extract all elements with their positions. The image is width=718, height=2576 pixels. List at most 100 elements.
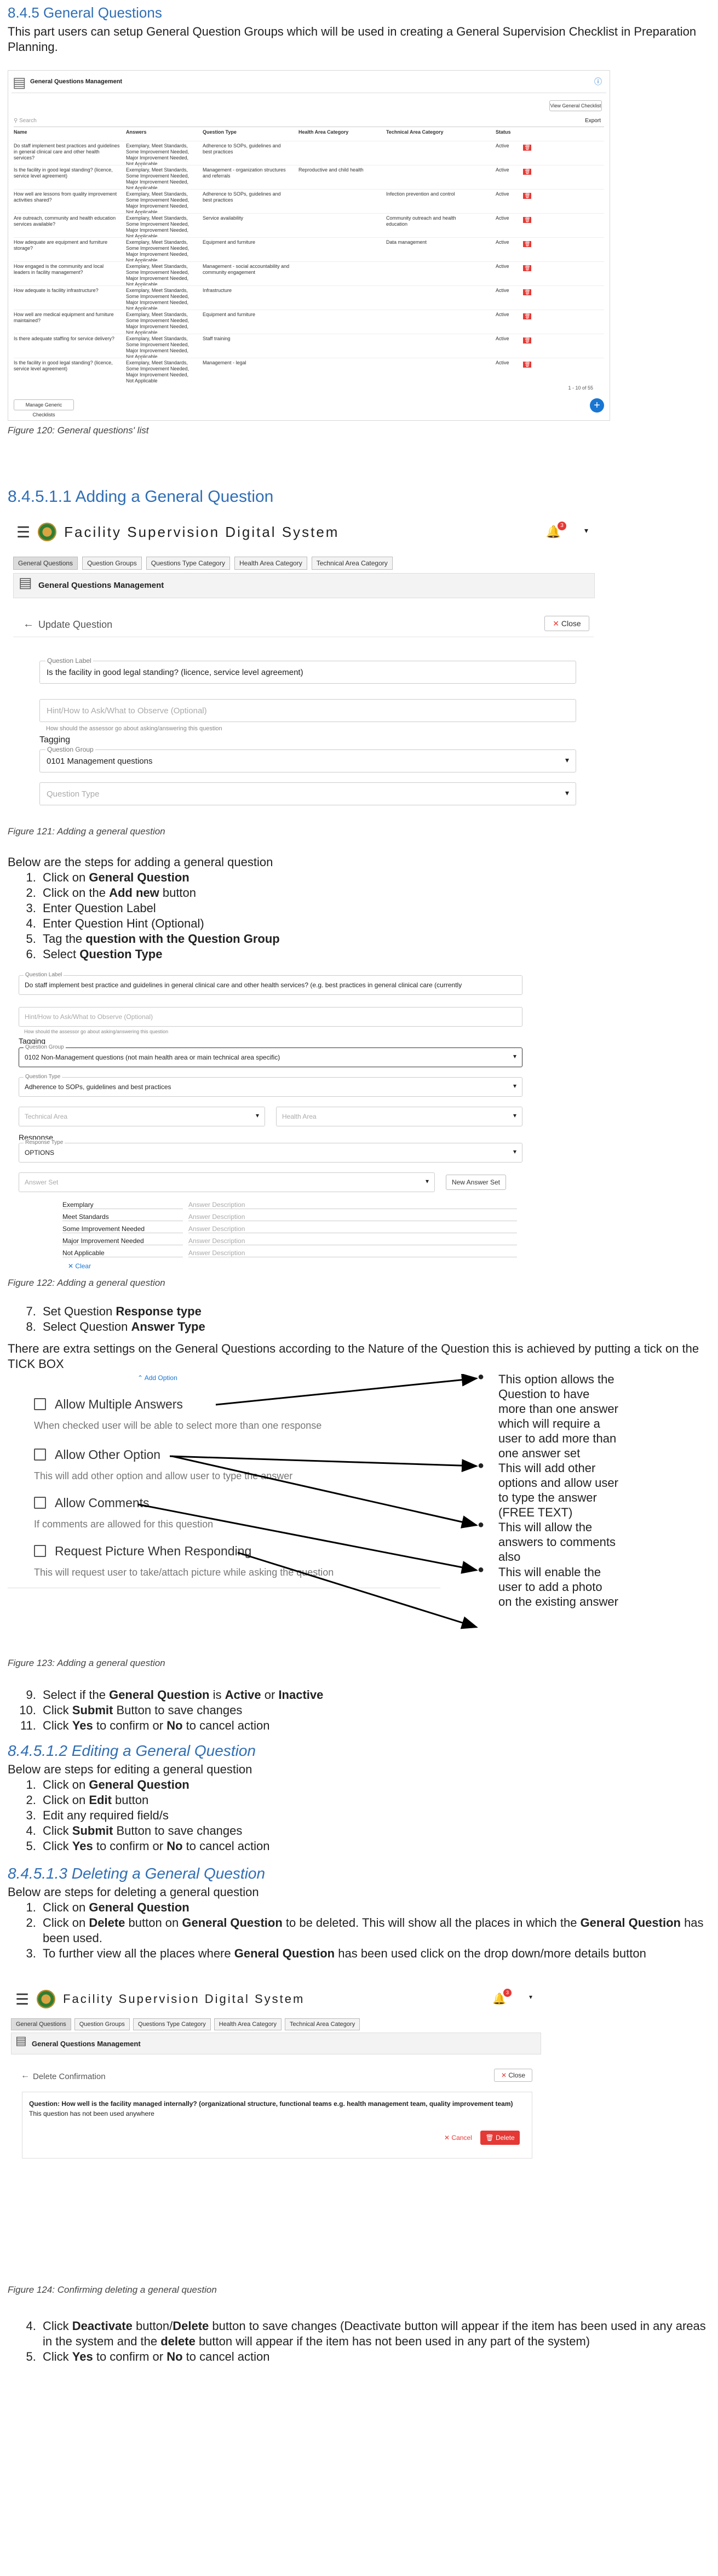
- tab-health-area-category[interactable]: Health Area Category: [234, 557, 307, 570]
- question-label-input[interactable]: Question Label Is the facility in good l…: [39, 657, 576, 684]
- table-header: Name Answers Question Type Health Area C…: [14, 129, 511, 135]
- tab-technical-area-category[interactable]: Technical Area Category: [284, 2018, 360, 2030]
- step: Click on the Add new button: [39, 885, 280, 901]
- app-title: Facility Supervision Digital System: [63, 1992, 305, 2006]
- more-icon[interactable]: ⋮: [523, 362, 528, 368]
- section-title-845: 8.4.5 General Questions: [8, 4, 162, 21]
- answer-description-input[interactable]: Answer Description: [188, 1213, 517, 1221]
- fig124-header: General Questions Management: [32, 2040, 141, 2048]
- table-cell: Service availability: [203, 215, 244, 221]
- table-cell: Is there adequate staffing for service d…: [14, 336, 114, 341]
- more-icon[interactable]: ⋮: [523, 193, 528, 199]
- answer-set-select[interactable]: Answer Set ▾: [19, 1172, 435, 1192]
- response-type-select[interactable]: Response Type OPTIONS ▾: [19, 1140, 522, 1163]
- section-title-84512: 8.4.5.1.2 Editing a General Question: [8, 1742, 256, 1759]
- answer-description-input[interactable]: Answer Description: [188, 1237, 517, 1245]
- back-arrow-icon[interactable]: ←: [21, 2071, 30, 2081]
- tab-question-groups[interactable]: Question Groups: [82, 557, 142, 570]
- answer-description-input[interactable]: Answer Description: [188, 1201, 517, 1209]
- fig120-screenshot: ▤ General Questions Management ⓘ View Ge…: [8, 70, 610, 421]
- delete-button[interactable]: 🗑 Delete: [480, 2131, 520, 2145]
- more-icon[interactable]: ⋮: [523, 289, 528, 295]
- table-cell: Active: [496, 143, 509, 148]
- step: Click on Edit button: [39, 1793, 270, 1808]
- cancel-button[interactable]: ✕ Cancel: [444, 2134, 472, 2142]
- step: Click on General Question: [39, 1900, 713, 1915]
- health-area-select[interactable]: Health Area ▾: [276, 1107, 522, 1126]
- question-type-select[interactable]: Question Type ▾: [39, 782, 576, 805]
- new-answer-set-button[interactable]: New Answer Set: [446, 1175, 506, 1190]
- table-cell: Reproductive and child health: [298, 167, 364, 173]
- question-label-input[interactable]: Question Label Do staff implement best p…: [19, 972, 522, 995]
- more-icon[interactable]: ⋮: [523, 241, 528, 247]
- more-icon[interactable]: ⋮: [523, 265, 528, 271]
- table-cell: How adequate is facility infrastructure?: [14, 288, 99, 293]
- tab-health-area-category[interactable]: Health Area Category: [214, 2018, 282, 2030]
- answer-description-input[interactable]: Answer Description: [188, 1225, 517, 1233]
- table-cell: Exemplary, Meet Standards, Some Improvem…: [126, 191, 189, 215]
- close-button[interactable]: ✕ Close: [494, 2069, 532, 2082]
- more-icon[interactable]: ⋮: [523, 337, 528, 344]
- question-type-select[interactable]: Question Type Adherence to SOPs, guideli…: [19, 1074, 522, 1097]
- view-checklist-button[interactable]: View General Checklist: [549, 100, 602, 111]
- chevron-down-icon[interactable]: ▾: [529, 1993, 532, 2001]
- more-icon[interactable]: ⋮: [523, 169, 528, 175]
- chevron-down-icon: ▾: [513, 1112, 516, 1119]
- table-cell: Active: [496, 264, 509, 269]
- table-cell: Exemplary, Meet Standards, Some Improvem…: [126, 360, 189, 383]
- chevron-down-icon: ▾: [255, 1112, 259, 1119]
- clear-button[interactable]: ✕ Clear: [68, 1262, 91, 1270]
- fig121-header: General Questions Management: [38, 581, 164, 590]
- back-arrow-icon[interactable]: ←: [23, 618, 34, 631]
- tab-question-type-category[interactable]: Questions Type Category: [146, 557, 230, 570]
- menu-icon[interactable]: ☰: [15, 1990, 29, 2008]
- tab-question-groups[interactable]: Question Groups: [74, 2018, 130, 2030]
- table-cell: Infection prevention and control: [386, 191, 455, 197]
- tab-general-questions[interactable]: General Questions: [11, 2018, 71, 2030]
- hint-input[interactable]: Hint/How to Ask/What to Observe (Optiona…: [19, 1007, 522, 1027]
- trash-icon: 🗑: [485, 2134, 494, 2142]
- add-steps-list: Click on General Question Click on the A…: [8, 870, 280, 962]
- step: To further view all the places where Gen…: [39, 1946, 713, 1961]
- table-cell: How engaged is the community and local l…: [14, 264, 104, 275]
- answer-description-input[interactable]: Answer Description: [188, 1249, 517, 1257]
- menu-icon[interactable]: ☰: [16, 523, 30, 541]
- technical-area-select[interactable]: Technical Area ▾: [19, 1107, 265, 1126]
- tab-question-type-category[interactable]: Questions Type Category: [133, 2018, 211, 2030]
- table-cell: Infrastructure: [203, 288, 232, 293]
- step: Tag the question with the Question Group: [39, 931, 280, 947]
- more-icon[interactable]: ⋮: [523, 313, 528, 319]
- delete-steps-list: Click on General Question Click on Delet…: [8, 1900, 713, 1961]
- answer-label: Not Applicable: [62, 1249, 183, 1257]
- app-title: Facility Supervision Digital System: [64, 523, 340, 540]
- chevron-down-icon[interactable]: ▾: [584, 526, 588, 535]
- step: Click Deactivate button/Delete button to…: [39, 2319, 713, 2349]
- search-input[interactable]: ⚲ Search: [14, 118, 37, 124]
- hint-input[interactable]: Hint/How to Ask/What to Observe (Optiona…: [39, 699, 576, 722]
- tab-technical-area-category[interactable]: Technical Area Category: [311, 557, 393, 570]
- table-cell: Do staff implement best practices and gu…: [14, 143, 120, 161]
- close-button[interactable]: ✕ Close: [544, 616, 589, 631]
- table-cell: Exemplary, Meet Standards, Some Improvem…: [126, 264, 189, 287]
- export-button[interactable]: Export: [585, 118, 601, 124]
- step: Click on General Question: [39, 1777, 270, 1793]
- add-fab[interactable]: +: [590, 398, 604, 413]
- step: Click Submit Button to save changes: [39, 1823, 270, 1839]
- section-intro-845: This part users can setup General Questi…: [8, 25, 697, 54]
- tab-bar: General Questions Question Groups Questi…: [13, 557, 393, 570]
- step: Click Submit Button to save changes: [39, 1703, 323, 1718]
- fig121-screenshot: ☰ Facility Supervision Digital System 🔔 …: [8, 515, 599, 822]
- more-icon[interactable]: ⋮: [523, 145, 528, 151]
- notification-badge: 3: [558, 522, 566, 530]
- section-title-84511: 8.4.5.1.1 Adding a General Question: [8, 488, 274, 506]
- step: Click Yes to confirm or No to cancel act…: [39, 1718, 323, 1733]
- table-cell: Exemplary, Meet Standards, Some Improvem…: [126, 312, 189, 335]
- help-icon[interactable]: ⓘ: [594, 76, 602, 87]
- answer-label: Some Improvement Needed: [62, 1225, 183, 1233]
- question-group-select[interactable]: Question Group 0101 Management questions…: [39, 746, 576, 772]
- manage-checklists-button[interactable]: Manage Generic Checklists: [14, 399, 74, 417]
- more-icon[interactable]: ⋮: [523, 217, 528, 223]
- question-group-select[interactable]: Question Group 0102 Non-Management quest…: [19, 1044, 522, 1067]
- fig124-screenshot: ☰ Facility Supervision Digital System 🔔 …: [8, 1983, 544, 2224]
- tab-general-questions[interactable]: General Questions: [13, 557, 78, 570]
